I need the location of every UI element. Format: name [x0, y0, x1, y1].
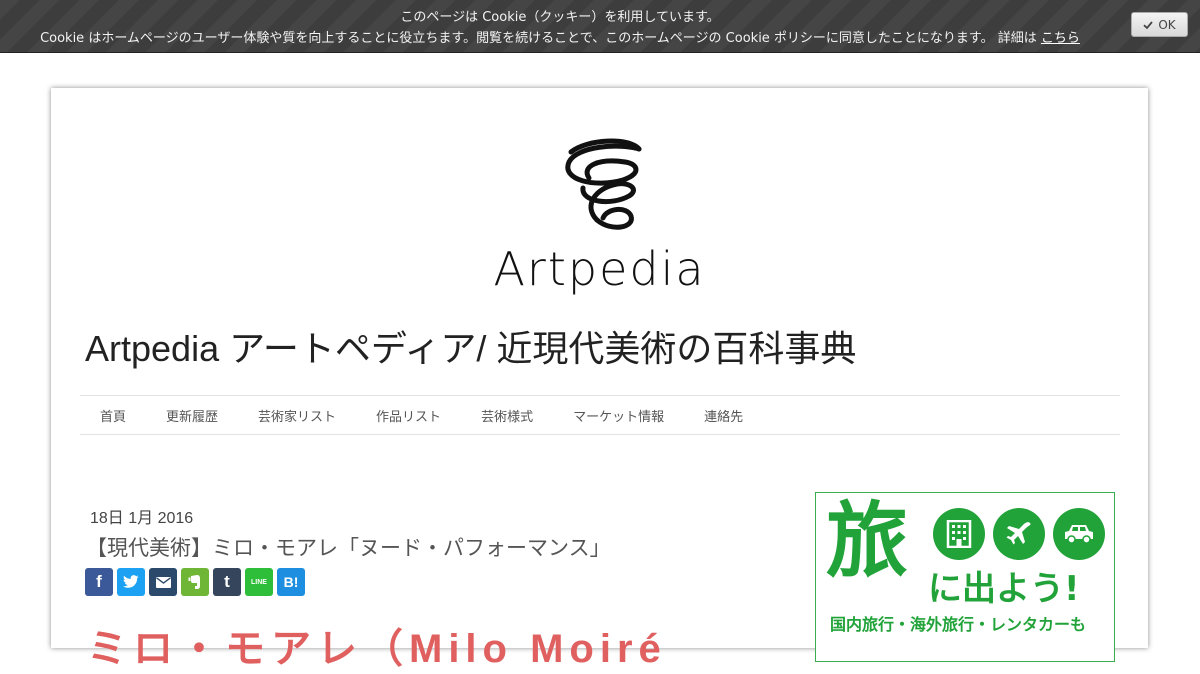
cookie-details-link[interactable]: こちら: [1041, 31, 1080, 46]
post-title[interactable]: 【現代美術】ミロ・モアレ「ヌード・パフォーマンス」: [86, 532, 611, 562]
post-date: 18日 1月 2016: [90, 510, 194, 527]
cookie-message-line2: Cookie はホームページのユーザー体験や質を向上することに役立ちます。閲覧を…: [0, 27, 1120, 46]
share-facebook-button[interactable]: f: [85, 568, 113, 596]
line-icon: LINE: [251, 578, 267, 586]
cookie-message-line1: このページは Cookie（クッキー）を利用しています。: [400, 10, 720, 25]
car-icon: [1053, 508, 1105, 560]
share-email-button[interactable]: [149, 568, 177, 596]
share-hatena-bookmark-button[interactable]: B!: [277, 568, 305, 596]
facebook-icon: f: [96, 572, 102, 591]
nav-item-update-history[interactable]: 更新履歴: [146, 406, 238, 425]
twitter-icon: [123, 575, 139, 588]
main-navigation: 首頁 更新履歴 芸術家リスト 作品リスト 芸術様式 マーケット情報 連絡先: [80, 395, 1120, 435]
nav-item-market-info[interactable]: マーケット情報: [553, 406, 684, 425]
nav-item-home[interactable]: 首頁: [80, 406, 146, 425]
share-line-button[interactable]: LINE: [245, 568, 273, 596]
check-icon: [1143, 20, 1154, 30]
site-title[interactable]: Artpedia アートペディア/ 近現代美術の百科事典: [85, 320, 856, 372]
ad-subheading: に出よう!: [928, 569, 1080, 609]
cookie-ok-label: OK: [1158, 17, 1176, 32]
ad-tagline: 国内旅行・海外旅行・レンタカーも: [830, 615, 1087, 634]
share-tumblr-button[interactable]: t: [213, 568, 241, 596]
cookie-ok-button[interactable]: OK: [1131, 12, 1188, 37]
nav-item-art-styles[interactable]: 芸術様式: [461, 406, 553, 425]
nav-item-artwork-list[interactable]: 作品リスト: [356, 406, 461, 425]
share-evernote-button[interactable]: [181, 568, 209, 596]
travel-ad-banner[interactable]: 旅 に出よう! 国内旅行・海外旅行・レンタカーも: [815, 492, 1115, 662]
nav-item-contact[interactable]: 連絡先: [684, 406, 763, 425]
logo-wordmark: Artpedia: [493, 242, 706, 296]
tumblr-icon: t: [224, 572, 230, 591]
ad-main-character: 旅: [826, 494, 909, 589]
mail-icon: [155, 576, 171, 588]
cookie-consent-bar: このページは Cookie（クッキー）を利用しています。 Cookie はホーム…: [0, 0, 1200, 53]
page-container: Artpedia Artpedia アートペディア/ 近現代美術の百科事典 首頁…: [51, 88, 1148, 671]
evernote-icon: [188, 575, 200, 589]
cookie-message-text: Cookie はホームページのユーザー体験や質を向上することに役立ちます。閲覧を…: [40, 31, 1037, 46]
hatena-bookmark-icon: B!: [283, 574, 299, 590]
share-twitter-button[interactable]: [117, 568, 145, 596]
share-buttons: f t LINE B!: [85, 568, 305, 596]
spiral-icon: [565, 138, 642, 230]
building-icon: [933, 508, 985, 560]
airplane-icon: [993, 508, 1045, 560]
nav-item-artist-list[interactable]: 芸術家リスト: [238, 406, 356, 425]
article-heading: ミロ・モアレ（Milo Moiré: [87, 627, 667, 671]
